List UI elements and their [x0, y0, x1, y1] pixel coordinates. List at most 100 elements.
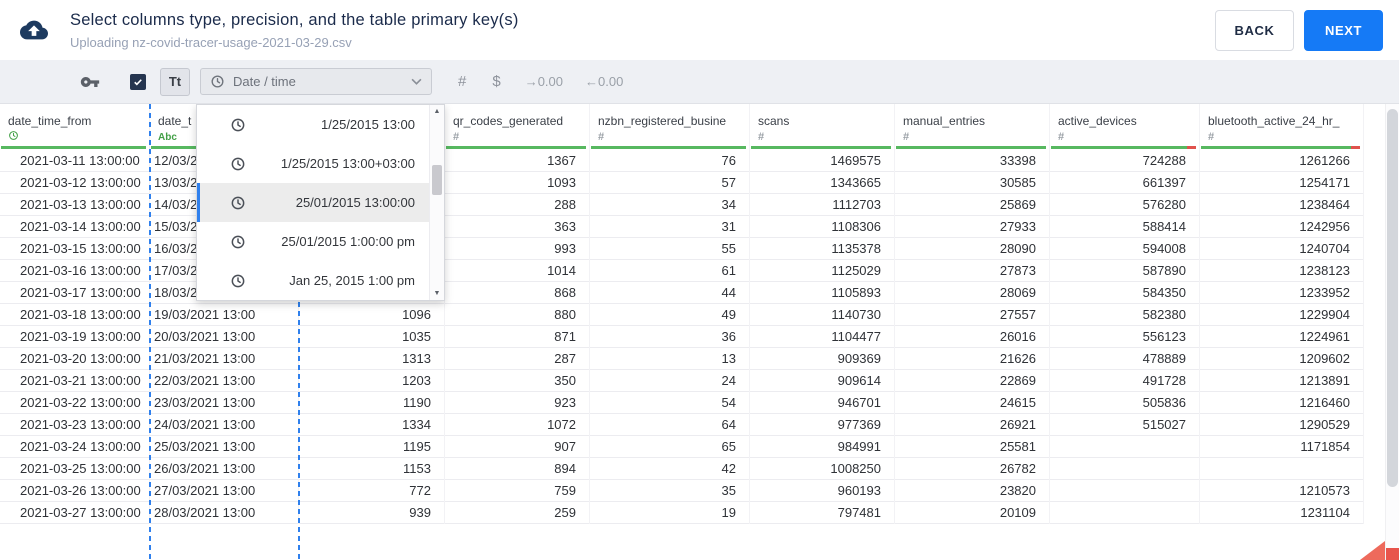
- table-cell[interactable]: 28069: [895, 282, 1049, 304]
- table-cell[interactable]: 54: [590, 392, 749, 414]
- table-cell[interactable]: 1135378: [750, 238, 894, 260]
- table-cell[interactable]: 1125029: [750, 260, 894, 282]
- table-cell[interactable]: [1050, 480, 1199, 502]
- table-cell[interactable]: 33398: [895, 150, 1049, 172]
- table-cell[interactable]: 946701: [750, 392, 894, 414]
- table-cell[interactable]: 35: [590, 480, 749, 502]
- table-cell[interactable]: 2021-03-24 13:00:00: [0, 436, 149, 458]
- format-option[interactable]: 25/01/2015 13:00:00: [197, 183, 429, 222]
- table-cell[interactable]: 556123: [1050, 326, 1199, 348]
- dropdown-scrollbar-thumb[interactable]: [432, 165, 442, 195]
- column-header[interactable]: qr_codes_generated #: [445, 104, 589, 150]
- table-cell[interactable]: 34: [590, 194, 749, 216]
- table-cell[interactable]: 1008250: [750, 458, 894, 480]
- table-cell[interactable]: 2021-03-15 13:00:00: [0, 238, 149, 260]
- table-cell[interactable]: 1242956: [1200, 216, 1363, 238]
- table-cell[interactable]: 1209602: [1200, 348, 1363, 370]
- table-cell[interactable]: 576280: [1050, 194, 1199, 216]
- table-cell[interactable]: 30585: [895, 172, 1049, 194]
- table-cell[interactable]: 2021-03-16 13:00:00: [0, 260, 149, 282]
- table-cell[interactable]: 1334: [299, 414, 444, 436]
- table-cell[interactable]: 1469575: [750, 150, 894, 172]
- table-cell[interactable]: 24: [590, 370, 749, 392]
- table-cell[interactable]: 1105893: [750, 282, 894, 304]
- table-cell[interactable]: 1224961: [1200, 326, 1363, 348]
- table-cell[interactable]: 65: [590, 436, 749, 458]
- table-cell[interactable]: 584350: [1050, 282, 1199, 304]
- next-button[interactable]: NEXT: [1304, 9, 1383, 51]
- table-cell[interactable]: 478889: [1050, 348, 1199, 370]
- table-cell[interactable]: 36: [590, 326, 749, 348]
- table-cell[interactable]: 1203: [299, 370, 444, 392]
- table-cell[interactable]: 594008: [1050, 238, 1199, 260]
- decrease-decimal-button[interactable]: ←0.00: [585, 74, 623, 89]
- table-cell[interactable]: 960193: [750, 480, 894, 502]
- column-type-dropdown[interactable]: Date / time: [200, 68, 432, 95]
- scroll-up-icon[interactable]: ▲: [430, 105, 444, 118]
- table-cell[interactable]: 27873: [895, 260, 1049, 282]
- table-cell[interactable]: 939: [299, 502, 444, 524]
- table-cell[interactable]: 1035: [299, 326, 444, 348]
- format-option[interactable]: 25/01/2015 1:00:00 pm: [197, 222, 429, 261]
- format-option[interactable]: Jan 25, 2015 1:00 pm: [197, 261, 429, 300]
- table-cell[interactable]: 2021-03-25 13:00:00: [0, 458, 149, 480]
- dropdown-scrollbar[interactable]: ▲ ▼: [429, 105, 444, 300]
- table-cell[interactable]: [1050, 436, 1199, 458]
- table-cell[interactable]: 25/03/2021 13:00: [150, 436, 298, 458]
- table-cell[interactable]: 582380: [1050, 304, 1199, 326]
- column-header[interactable]: manual_entries #: [895, 104, 1049, 150]
- table-cell[interactable]: 1240704: [1200, 238, 1363, 260]
- table-vertical-scrollbar[interactable]: [1385, 104, 1399, 560]
- table-cell[interactable]: 44: [590, 282, 749, 304]
- table-cell[interactable]: 1072: [445, 414, 589, 436]
- table-cell[interactable]: 20109: [895, 502, 1049, 524]
- back-button[interactable]: BACK: [1215, 9, 1294, 51]
- text-type-button[interactable]: Tt: [160, 67, 190, 96]
- table-cell[interactable]: 759: [445, 480, 589, 502]
- table-cell[interactable]: 2021-03-14 13:00:00: [0, 216, 149, 238]
- table-cell[interactable]: 24/03/2021 13:00: [150, 414, 298, 436]
- table-cell[interactable]: 26782: [895, 458, 1049, 480]
- table-cell[interactable]: 25869: [895, 194, 1049, 216]
- table-cell[interactable]: 1096: [299, 304, 444, 326]
- table-scrollbar-thumb[interactable]: [1387, 109, 1398, 487]
- table-cell[interactable]: 868: [445, 282, 589, 304]
- table-cell[interactable]: 2021-03-17 13:00:00: [0, 282, 149, 304]
- table-cell[interactable]: 923: [445, 392, 589, 414]
- table-cell[interactable]: 27/03/2021 13:00: [150, 480, 298, 502]
- table-cell[interactable]: 1254171: [1200, 172, 1363, 194]
- table-cell[interactable]: 505836: [1050, 392, 1199, 414]
- table-cell[interactable]: 1112703: [750, 194, 894, 216]
- table-cell[interactable]: 19: [590, 502, 749, 524]
- increase-decimal-button[interactable]: →0.00: [525, 74, 563, 89]
- table-cell[interactable]: 2021-03-13 13:00:00: [0, 194, 149, 216]
- table-cell[interactable]: 23820: [895, 480, 1049, 502]
- table-cell[interactable]: 1229904: [1200, 304, 1363, 326]
- table-cell[interactable]: 55: [590, 238, 749, 260]
- table-cell[interactable]: 1210573: [1200, 480, 1363, 502]
- table-cell[interactable]: 1238464: [1200, 194, 1363, 216]
- table-cell[interactable]: 1195: [299, 436, 444, 458]
- table-cell[interactable]: 21/03/2021 13:00: [150, 348, 298, 370]
- table-cell[interactable]: 1231104: [1200, 502, 1363, 524]
- table-cell[interactable]: 61: [590, 260, 749, 282]
- table-cell[interactable]: 64: [590, 414, 749, 436]
- table-cell[interactable]: 24615: [895, 392, 1049, 414]
- table-cell[interactable]: 1216460: [1200, 392, 1363, 414]
- table-cell[interactable]: 27557: [895, 304, 1049, 326]
- column-header[interactable]: active_devices #: [1050, 104, 1199, 150]
- table-cell[interactable]: 1238123: [1200, 260, 1363, 282]
- table-cell[interactable]: 1171854: [1200, 436, 1363, 458]
- include-column-checkbox[interactable]: [130, 73, 146, 90]
- table-cell[interactable]: 28090: [895, 238, 1049, 260]
- table-cell[interactable]: 26/03/2021 13:00: [150, 458, 298, 480]
- table-cell[interactable]: 880: [445, 304, 589, 326]
- table-cell[interactable]: 27933: [895, 216, 1049, 238]
- table-cell[interactable]: 993: [445, 238, 589, 260]
- table-cell[interactable]: 797481: [750, 502, 894, 524]
- table-cell[interactable]: 22869: [895, 370, 1049, 392]
- table-cell[interactable]: 772: [299, 480, 444, 502]
- table-cell[interactable]: 1104477: [750, 326, 894, 348]
- table-cell[interactable]: 2021-03-21 13:00:00: [0, 370, 149, 392]
- table-cell[interactable]: 49: [590, 304, 749, 326]
